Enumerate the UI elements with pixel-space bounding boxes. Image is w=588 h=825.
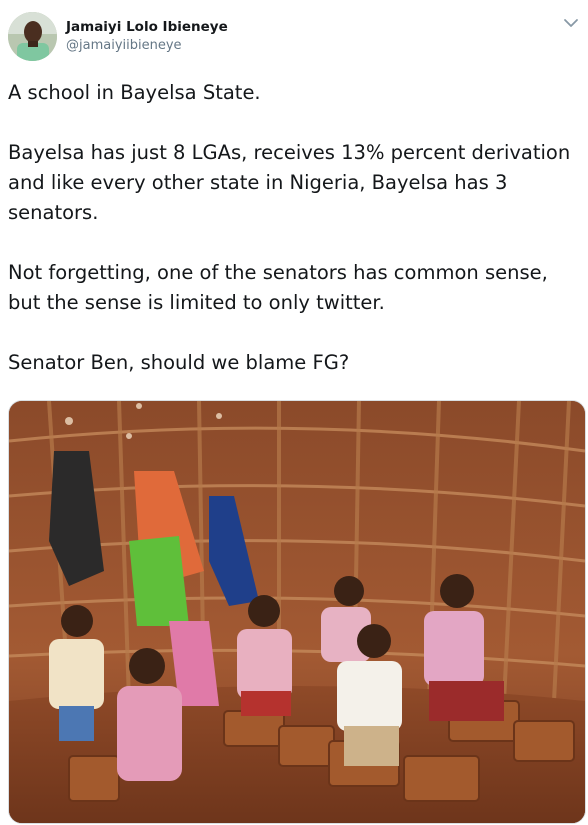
classroom-photo xyxy=(9,401,585,823)
tweet-paragraph: Not forgetting, one of the senators has … xyxy=(8,261,548,314)
user-avatar-icon xyxy=(8,12,57,61)
chevron-down-icon[interactable] xyxy=(562,16,580,30)
tweet-header: Jamaiyi Lolo Ibieneye @jamaiyiibieneye xyxy=(8,10,580,62)
tweet-photo[interactable] xyxy=(8,400,586,824)
avatar[interactable] xyxy=(8,12,57,61)
tweet-text: A school in Bayelsa State. Bayelsa has j… xyxy=(8,78,582,378)
tweet-paragraph: A school in Bayelsa State. xyxy=(8,81,261,104)
tweet-paragraph: Senator Ben, should we blame FG? xyxy=(8,351,350,374)
author-block: Jamaiyi Lolo Ibieneye @jamaiyiibieneye xyxy=(66,18,228,55)
author-handle[interactable]: @jamaiyiibieneye xyxy=(66,37,228,55)
tweet-paragraph: Bayelsa has just 8 LGAs, receives 13% pe… xyxy=(8,141,571,224)
tweet-card: Jamaiyi Lolo Ibieneye @jamaiyiibieneye A… xyxy=(0,0,588,825)
author-display-name[interactable]: Jamaiyi Lolo Ibieneye xyxy=(66,18,228,36)
